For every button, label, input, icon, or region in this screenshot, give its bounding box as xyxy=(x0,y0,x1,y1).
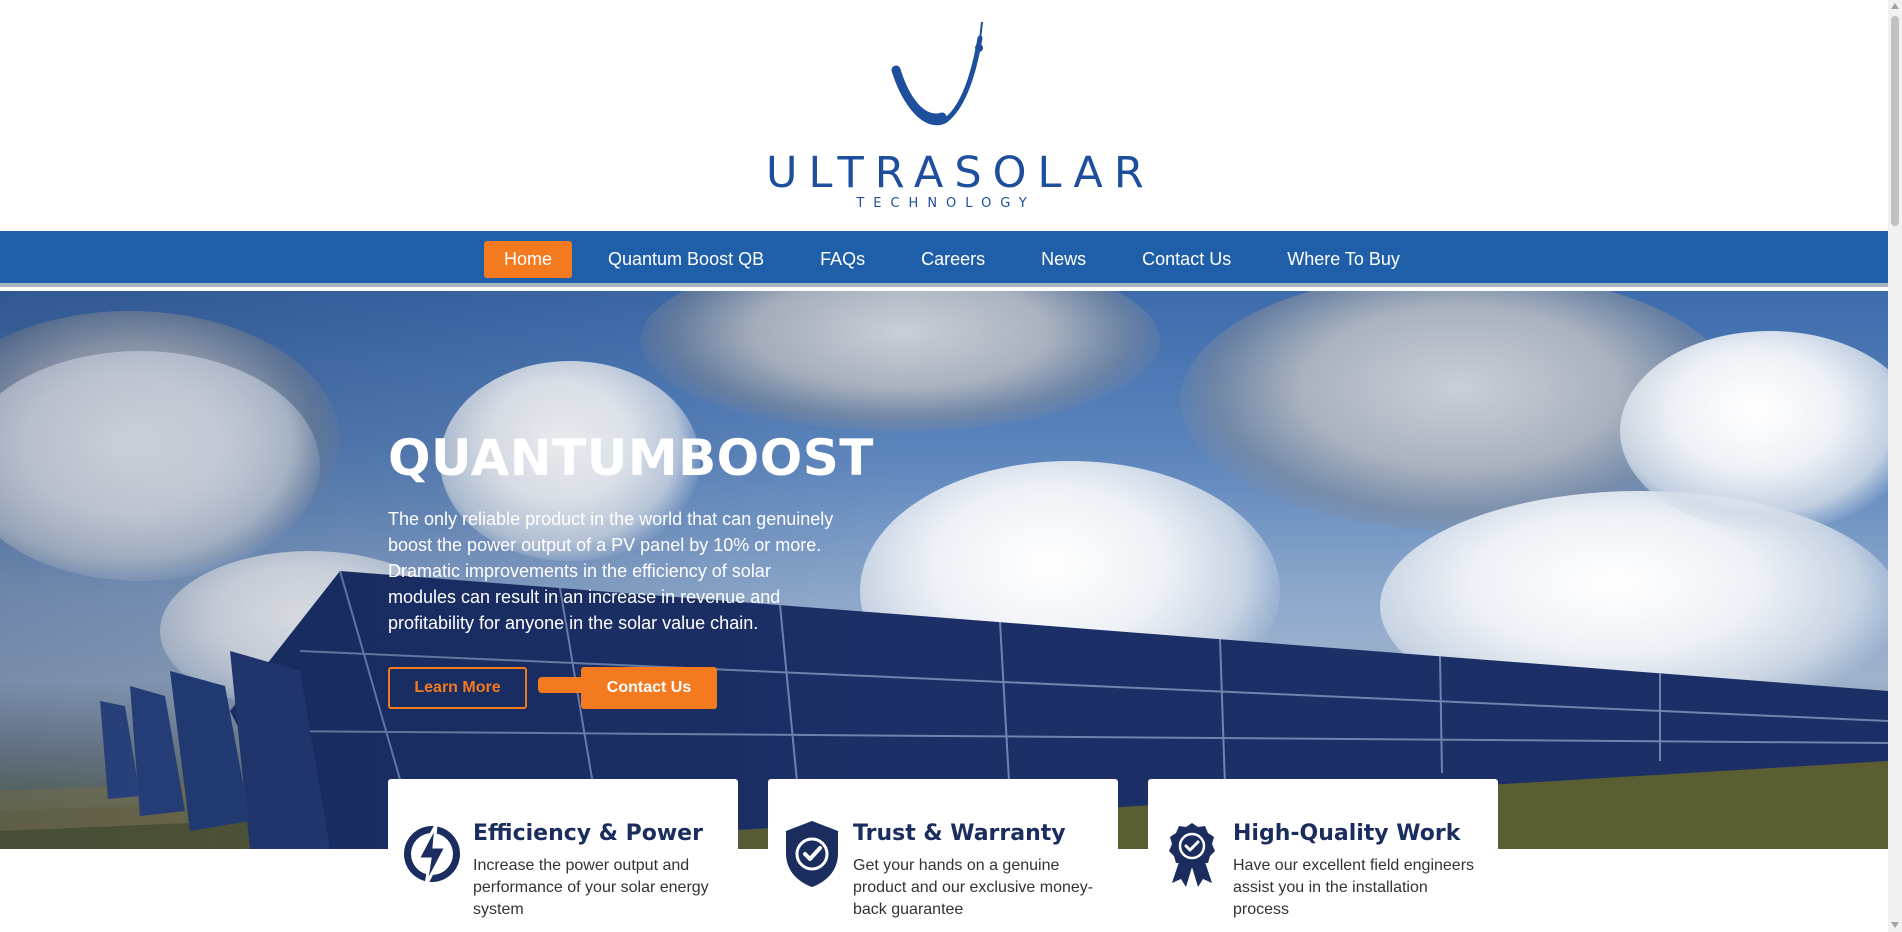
scrollbar-thumb[interactable] xyxy=(1891,16,1899,226)
main-navigation: Home Quantum Boost QB FAQs Careers News … xyxy=(0,231,1888,287)
learn-more-button[interactable]: Learn More xyxy=(388,667,527,709)
hero-title: QUANTUMBOOST xyxy=(388,429,874,487)
contact-us-button[interactable]: Contact Us xyxy=(581,667,717,709)
nav-item-contact-us[interactable]: Contact Us xyxy=(1122,241,1251,278)
lightning-bolt-icon xyxy=(404,824,460,886)
hero-description: The only reliable product in the world t… xyxy=(388,509,834,633)
feature-text: Get your hands on a genuine product and … xyxy=(853,857,1094,918)
logo-arc-icon xyxy=(891,21,983,126)
scroll-up-arrow-icon[interactable] xyxy=(1891,3,1899,9)
page-scrollbar[interactable] xyxy=(1888,0,1902,932)
nav-item-home[interactable]: Home xyxy=(484,241,573,278)
logo[interactable]: ULTRASOLAR TECHNOLOGY xyxy=(766,18,1155,218)
logo-tagline: TECHNOLOGY xyxy=(856,196,1036,211)
shield-check-icon xyxy=(786,821,838,887)
nav-item-quantum-boost[interactable]: Quantum Boost QB xyxy=(588,241,784,278)
logo-wordmark: ULTRASOLAR xyxy=(766,148,1155,198)
scroll-down-arrow-icon[interactable] xyxy=(1891,922,1899,928)
hero-banner: QUANTUMBOOST The only reliable product i… xyxy=(0,291,1888,849)
feature-card-efficiency: Efficiency & Power Increase the power ou… xyxy=(388,779,738,932)
feature-text: Increase the power output and performanc… xyxy=(473,857,709,918)
nav-menu: Home Quantum Boost QB FAQs Careers News … xyxy=(484,241,1436,278)
feature-title: Trust & Warranty xyxy=(853,821,1066,846)
feature-title: High-Quality Work xyxy=(1233,821,1461,846)
button-connector xyxy=(538,677,583,693)
feature-card-trust: Trust & Warranty Get your hands on a gen… xyxy=(768,779,1118,932)
nav-item-where-to-buy[interactable]: Where To Buy xyxy=(1267,241,1420,278)
nav-item-careers[interactable]: Careers xyxy=(901,241,1005,278)
feature-title: Efficiency & Power xyxy=(473,821,703,846)
nav-item-faqs[interactable]: FAQs xyxy=(800,241,885,278)
award-badge-icon xyxy=(1169,823,1215,887)
feature-text: Have our excellent field engineers assis… xyxy=(1233,857,1475,918)
page: ULTRASOLAR TECHNOLOGY Home Quantum Boost… xyxy=(0,0,1888,932)
nav-item-news[interactable]: News xyxy=(1021,241,1106,278)
site-header: ULTRASOLAR TECHNOLOGY xyxy=(0,0,1888,231)
feature-card-quality: High-Quality Work Have our excellent fie… xyxy=(1148,779,1498,932)
